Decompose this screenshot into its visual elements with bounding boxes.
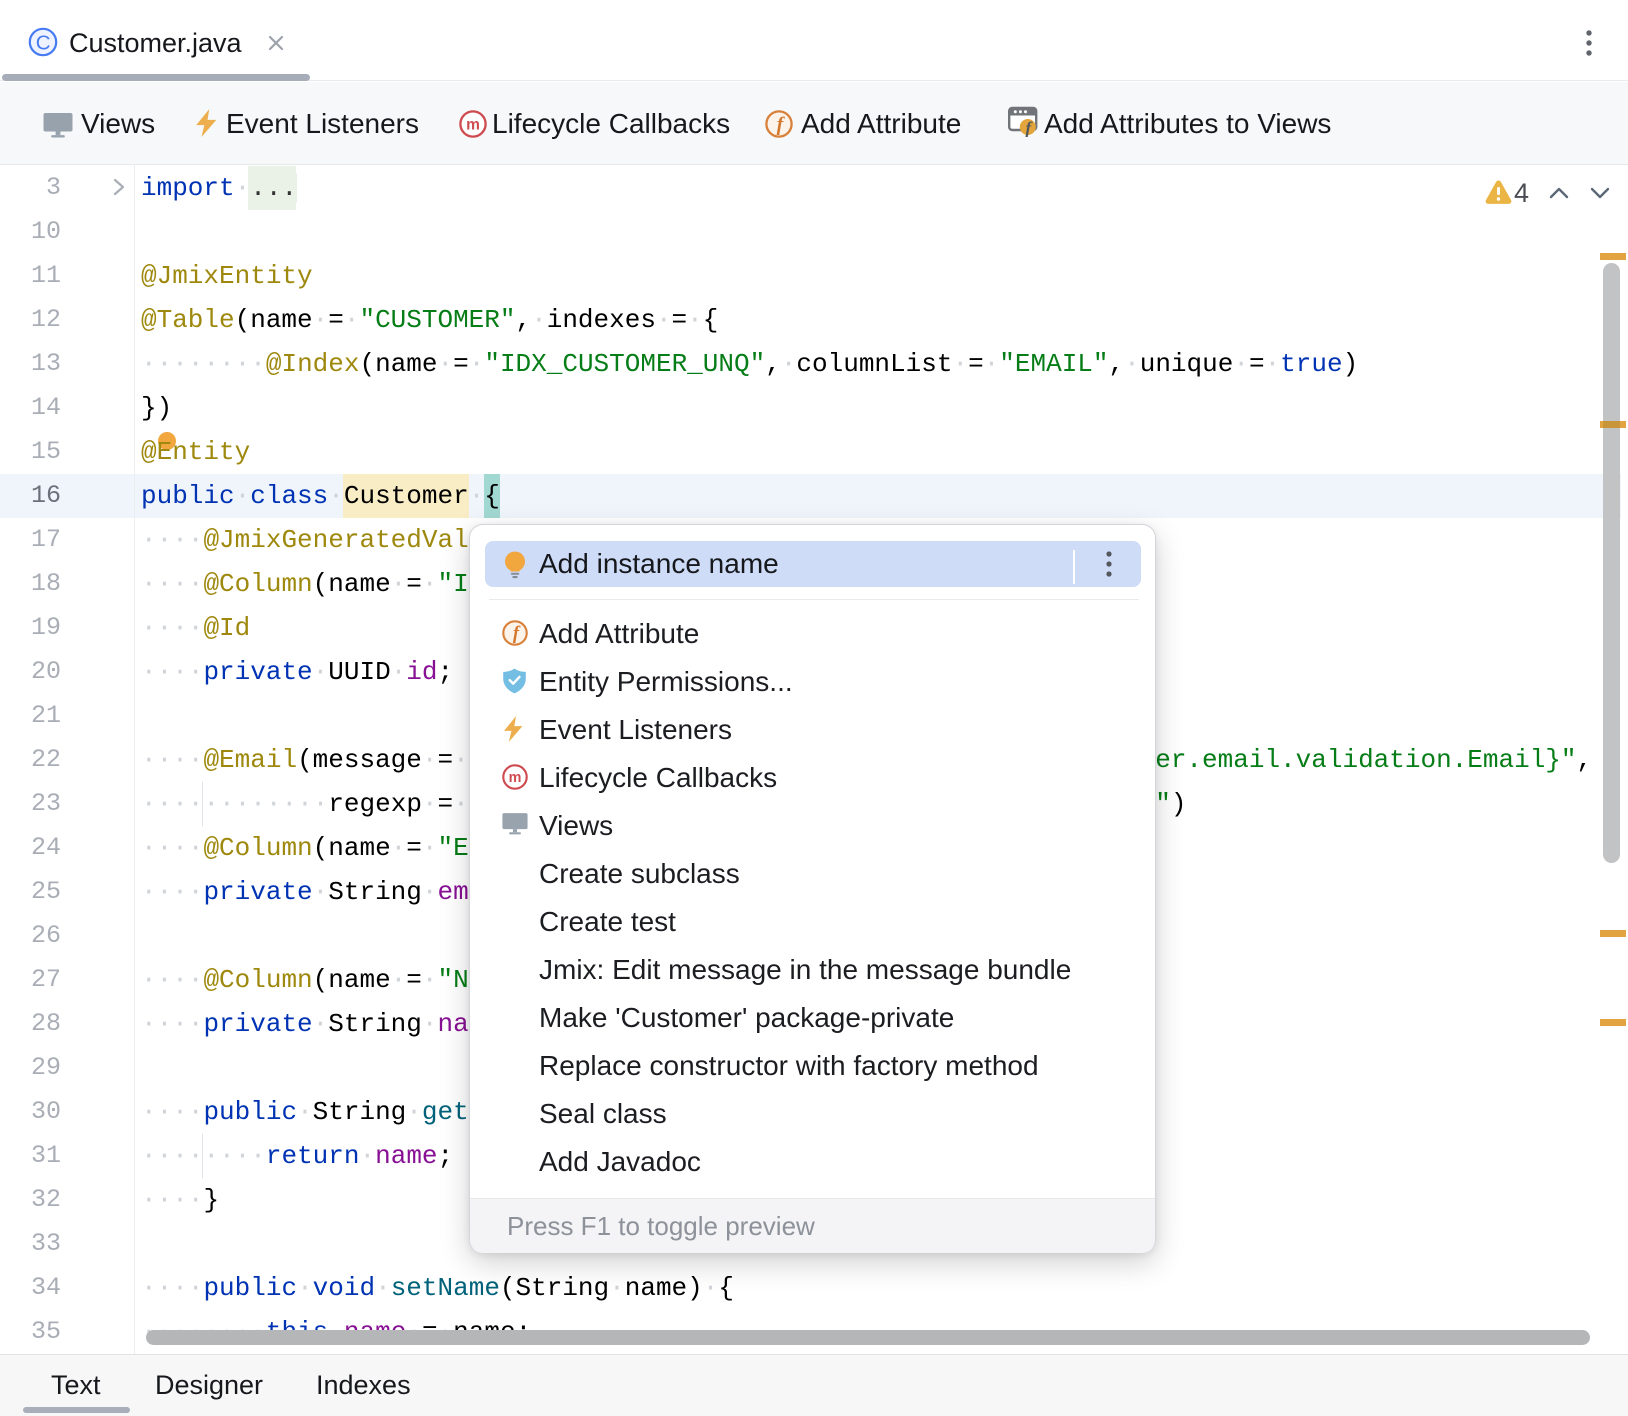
svg-text:m: m [466, 117, 480, 134]
svg-text:C: C [36, 32, 51, 55]
svg-text:m: m [509, 770, 522, 786]
